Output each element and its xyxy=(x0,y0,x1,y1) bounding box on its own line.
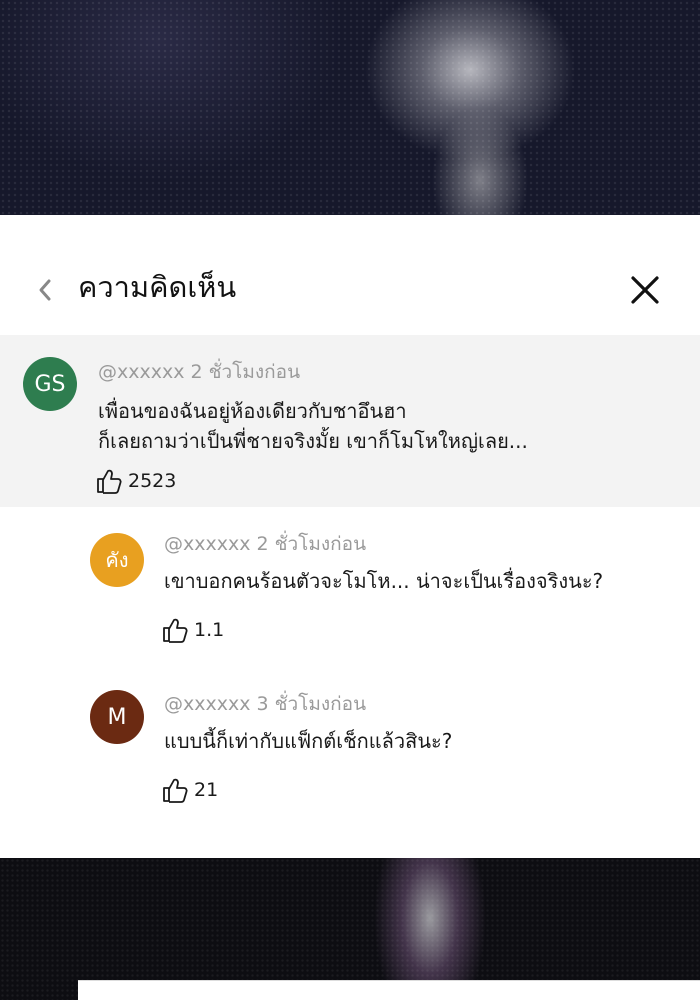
comment-meta: @xxxxxx 2 ชั่วโมงก่อน xyxy=(164,529,366,559)
reply-item: M @xxxxxx 3 ชั่วโมงก่อน แบบนี้ก็เท่ากับแฟ… xyxy=(0,667,700,827)
comment-time: 2 ชั่วโมงก่อน xyxy=(256,533,367,555)
comment-body-line: เพื่อนของฉันอยู่ห้องเดียวกับชาอึนฮา xyxy=(98,399,407,423)
comment-meta: @xxxxxx 2 ชั่วโมงก่อน xyxy=(98,357,300,387)
comment-username[interactable]: @xxxxxx xyxy=(164,693,250,715)
comment-body: เพื่อนของฉันอยู่ห้องเดียวกับชาอึนฮา ก็เล… xyxy=(98,396,528,456)
comic-panel-bottom xyxy=(0,858,700,1000)
like-count: 2523 xyxy=(128,470,177,492)
like-button[interactable]: 2523 xyxy=(96,468,176,494)
thumbs-up-icon xyxy=(163,618,188,643)
comment-time: 3 ชั่วโมงก่อน xyxy=(256,693,367,715)
back-button[interactable] xyxy=(30,275,60,305)
comment-body: แบบนี้ก็เท่ากับแฟ็กต์เช็กแล้วสินะ? xyxy=(164,729,453,753)
comment-header: ความคิดเห็น xyxy=(0,215,700,335)
chevron-left-icon xyxy=(39,279,51,301)
reply-item: คัง @xxxxxx 2 ชั่วโมงก่อน เขาบอกคนร้อนตัว… xyxy=(0,507,700,667)
comic-panel-caption-box xyxy=(78,980,700,1000)
comment-username[interactable]: @xxxxxx xyxy=(98,361,184,383)
thumbs-up-icon xyxy=(97,469,122,494)
comic-page: ความคิดเห็น GS @xxxxxx 2 ชั่วโมงก่อน เพื่… xyxy=(0,0,700,1000)
like-count: 21 xyxy=(194,779,219,801)
comment-item: GS @xxxxxx 2 ชั่วโมงก่อน เพื่อนของฉันอยู่… xyxy=(0,335,700,507)
comment-time: 2 ชั่วโมงก่อน xyxy=(190,361,301,383)
like-count: 1.1 xyxy=(194,619,225,641)
page-title: ความคิดเห็น xyxy=(78,270,237,304)
comment-meta: @xxxxxx 3 ชั่วโมงก่อน xyxy=(164,689,366,719)
comment-body-line: ก็เลยถามว่าเป็นพี่ชายจริงมั้ย เขาก็โมโหใ… xyxy=(98,429,528,453)
comment-body: เขาบอกคนร้อนตัวจะโมโห... น่าจะเป็นเรื่อง… xyxy=(164,569,604,593)
thumbs-up-icon xyxy=(163,778,188,803)
comic-panel-top xyxy=(0,0,700,215)
avatar[interactable]: คัง xyxy=(90,533,144,587)
like-button[interactable]: 1.1 xyxy=(162,617,224,643)
avatar[interactable]: GS xyxy=(23,357,77,411)
close-icon xyxy=(631,276,659,304)
like-button[interactable]: 21 xyxy=(162,777,218,803)
comment-sheet: ความคิดเห็น GS @xxxxxx 2 ชั่วโมงก่อน เพื่… xyxy=(0,215,700,858)
comment-username[interactable]: @xxxxxx xyxy=(164,533,250,555)
close-button[interactable] xyxy=(626,271,664,309)
avatar[interactable]: M xyxy=(90,690,144,744)
